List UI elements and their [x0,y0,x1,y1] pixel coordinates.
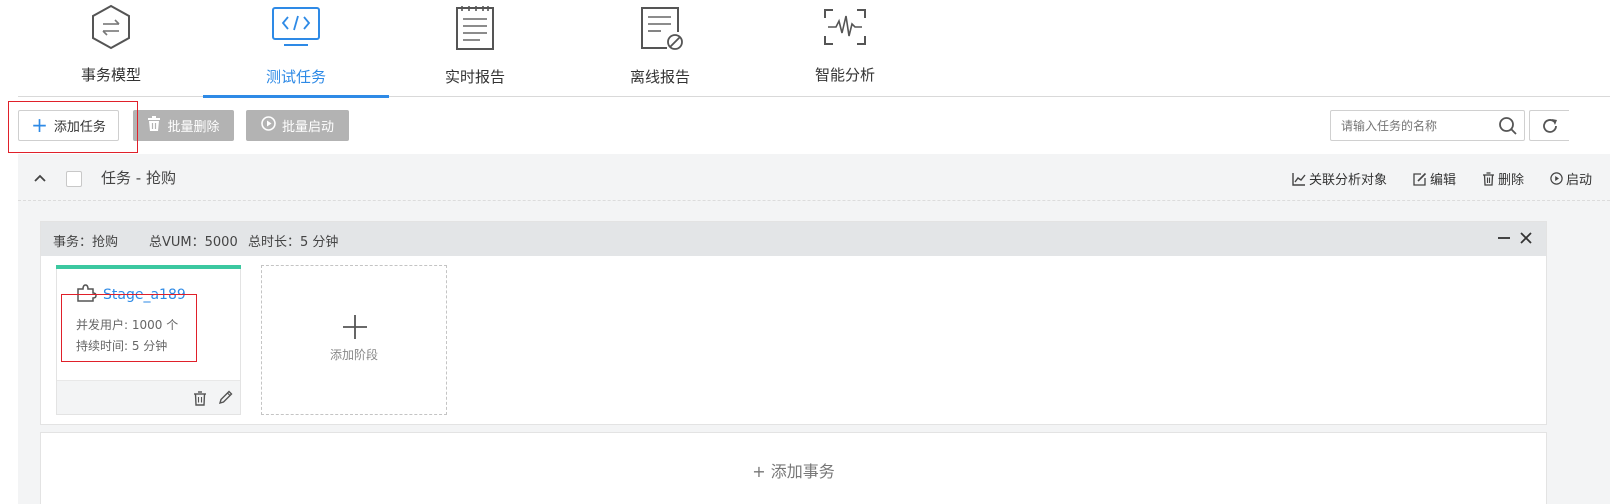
add-transaction-label: + 添加事务 [752,462,835,481]
close-icon[interactable] [1518,230,1534,246]
delete-task-action[interactable]: 删除 [1482,169,1524,188]
nav-label: 离线报告 [629,68,690,86]
play-circle-icon [1550,172,1563,185]
edit-task-action[interactable]: 编辑 [1413,169,1456,188]
transaction-name: 事务：抢购 [53,235,119,250]
waveform-scan-icon [816,4,874,50]
start-task-action[interactable]: 启动 [1550,169,1592,188]
page: 事务模型 测试任务 实时报告 离线报告 智能分析 + 添加任务 批量删除 批量启… [0,0,1610,504]
hexagon-transfer-icon [82,4,140,50]
trash-icon[interactable] [192,390,208,406]
delete-label: 删除 [1497,173,1524,188]
task-panel: 任务 - 抢购 关联分析对象 编辑 删除 启动 事务：抢购 总VUM：5000 … [18,154,1610,504]
refresh-icon [1543,119,1557,133]
chevron-up-icon[interactable] [32,170,48,184]
task-checkbox[interactable] [66,171,82,187]
search-input[interactable] [1331,111,1491,140]
puzzle-icon [77,284,97,306]
play-circle-icon [261,116,276,135]
stage-status-bar [56,265,241,269]
batch-delete-label: 批量删除 [167,120,220,135]
top-nav: 事务模型 测试任务 实时报告 离线报告 智能分析 [18,0,1610,98]
batch-start-button[interactable]: 批量启动 [246,110,349,141]
link-analysis-action[interactable]: 关联分析对象 [1292,169,1387,188]
batch-delete-button[interactable]: 批量删除 [133,110,234,141]
batch-start-label: 批量启动 [281,120,334,135]
toolbar: + 添加任务 批量删除 批量启动 [0,98,1610,154]
nav-item-transaction-model[interactable]: 事务模型 [18,0,204,97]
add-stage-button[interactable]: 添加阶段 [261,265,447,415]
stage-duration: 持续时间: 5 分钟 [76,339,168,353]
stage-card[interactable]: Stage_a189 并发用户: 1000 个 持续时间: 5 分钟 [56,265,241,415]
transaction-total-duration: 总时长：5 分钟 [248,235,339,250]
transaction-header: 事务：抢购 总VUM：5000 总时长：5 分钟 [41,222,1546,256]
trash-icon [147,116,161,135]
edit-icon [1413,172,1427,186]
stage-footer [57,380,240,414]
task-actions: 关联分析对象 编辑 删除 启动 [1292,169,1592,188]
nav-label: 实时报告 [444,68,505,86]
stage-name[interactable]: Stage_a189 [103,287,186,303]
add-stage-label: 添加阶段 [329,348,378,362]
add-transaction-button[interactable]: + 添加事务 [40,432,1547,504]
nav-item-smart-analysis[interactable]: 智能分析 [752,0,938,97]
add-task-button[interactable]: + 添加任务 [18,110,119,141]
edit-label: 编辑 [1429,173,1456,188]
minimize-icon[interactable] [1496,230,1512,246]
plus-icon: + [31,112,48,137]
task-title: 任务 - 抢购 [101,169,176,187]
refresh-button[interactable] [1529,110,1569,141]
start-label: 启动 [1565,173,1592,188]
add-task-label: 添加任务 [53,120,106,135]
stage-concurrent-users: 并发用户: 1000 个 [76,318,179,332]
nav-item-offline-report[interactable]: 离线报告 [567,0,753,97]
pencil-icon[interactable] [217,390,233,406]
search-icon[interactable] [1498,116,1518,136]
nav-label: 测试任务 [265,68,326,86]
code-monitor-icon [267,4,325,50]
notepad-icon [446,4,504,50]
link-analysis-label: 关联分析对象 [1308,173,1387,188]
line-chart-icon [1292,172,1306,186]
trash-icon [1482,171,1494,186]
plus-icon [342,314,368,344]
nav-label: 智能分析 [814,66,875,84]
task-search [1330,110,1525,141]
document-blocked-icon [631,4,689,50]
transaction-total-vum: 总VUM：5000 [149,235,238,250]
nav-item-test-task[interactable]: 测试任务 [203,0,389,98]
task-header: 任务 - 抢购 关联分析对象 编辑 删除 启动 [18,154,1610,201]
nav-label: 事务模型 [80,66,141,84]
transaction-card: 事务：抢购 总VUM：5000 总时长：5 分钟 Stage_a189 并发用户… [40,221,1547,425]
nav-item-realtime-report[interactable]: 实时报告 [382,0,568,97]
